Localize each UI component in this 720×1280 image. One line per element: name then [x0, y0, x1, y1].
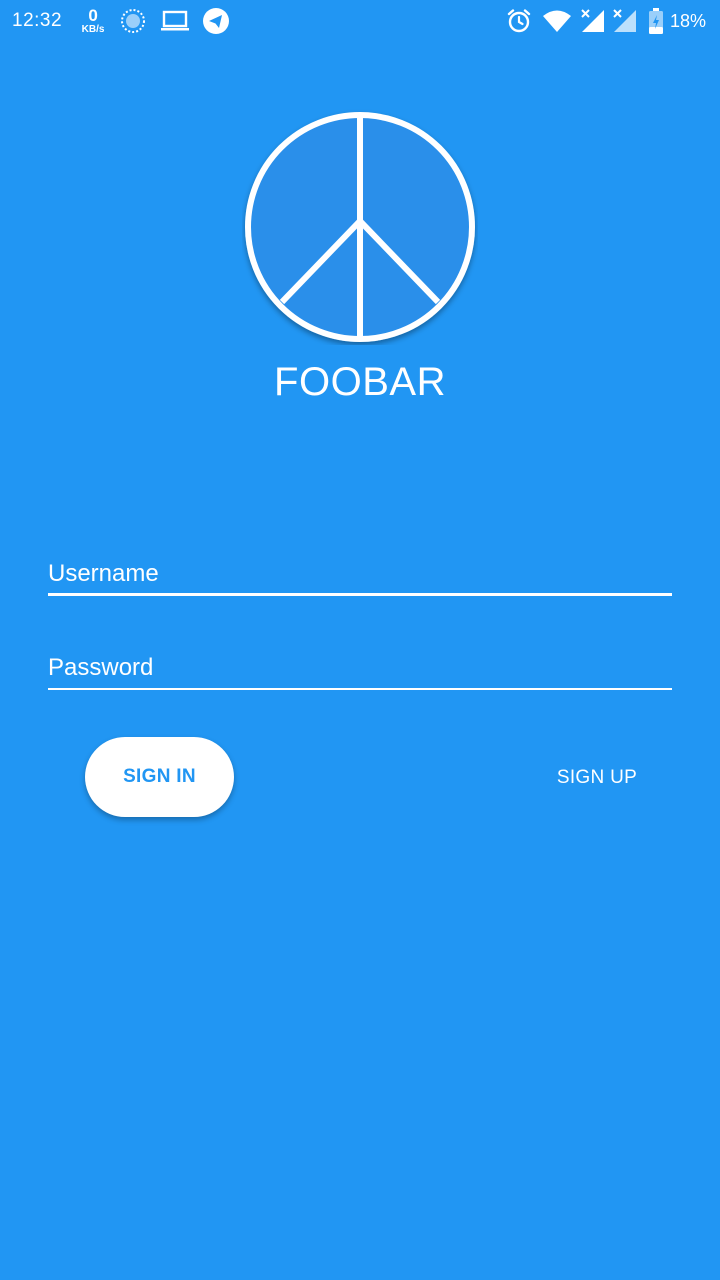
laptop-icon — [160, 10, 190, 32]
password-field[interactable]: Password — [48, 650, 672, 690]
battery-percent: 18% — [669, 10, 706, 31]
app-title: FOOBAR — [274, 360, 446, 404]
net-speed-indicator: 0 KB/s — [78, 7, 108, 35]
status-bar-left: 12:32 0 KB/s — [12, 0, 230, 42]
password-underline — [48, 688, 672, 690]
signal-icon — [612, 8, 638, 34]
net-speed-unit: KB/s — [81, 24, 105, 35]
status-time: 12:32 — [12, 10, 63, 31]
sign-up-button[interactable]: SIGN UP — [540, 757, 654, 799]
peace-logo — [242, 109, 478, 345]
battery-charging-icon — [648, 7, 664, 35]
signal-icon — [580, 8, 606, 34]
username-placeholder: Username — [48, 560, 159, 587]
username-underline — [48, 593, 672, 596]
status-bar: 12:32 0 KB/s 18% — [0, 0, 720, 42]
username-field[interactable]: Username — [48, 556, 672, 596]
aperture-icon — [120, 8, 146, 34]
wifi-icon — [542, 9, 572, 33]
sign-in-button[interactable]: SIGN IN — [85, 737, 234, 817]
password-placeholder: Password — [48, 654, 154, 681]
alarm-icon — [506, 8, 532, 34]
net-speed-value: 0 — [88, 6, 98, 25]
telegram-icon — [202, 7, 230, 35]
status-bar-right: 18% — [506, 0, 706, 42]
